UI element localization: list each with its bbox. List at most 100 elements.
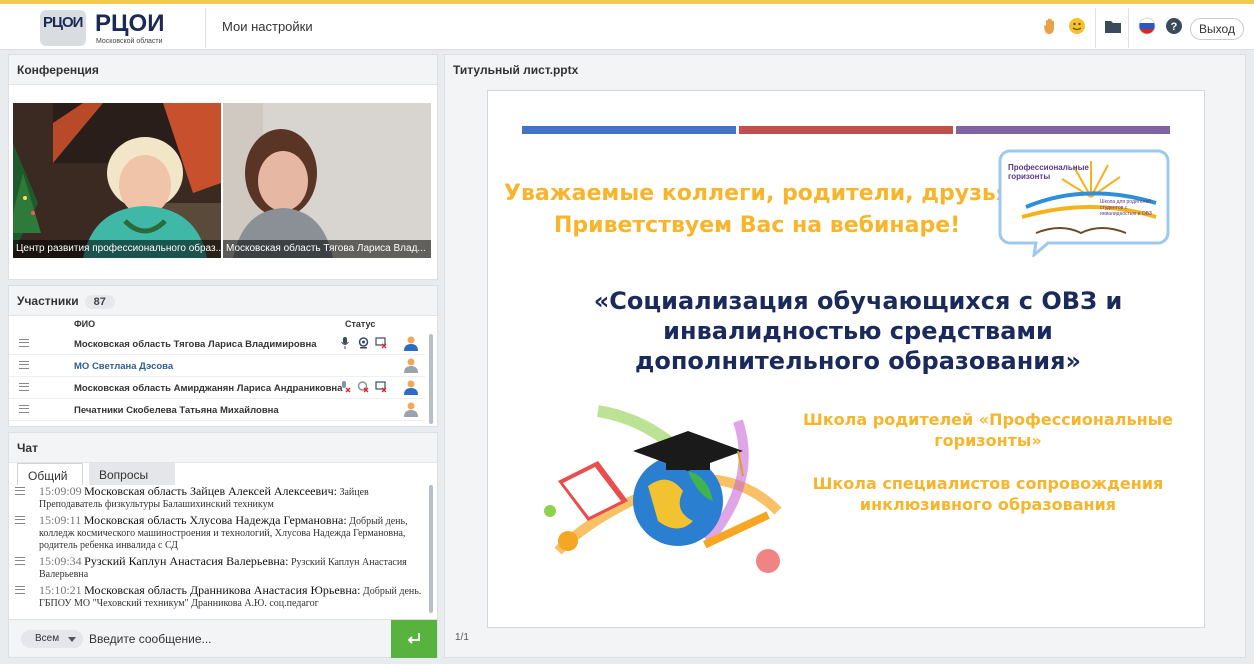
- top-bar: РЦОИ РЦОИ Московской области Мои настрой…: [0, 0, 1254, 50]
- slide-school-specialists: Школа специалистов сопровождения инклюзи…: [788, 473, 1188, 515]
- raise-hand-icon[interactable]: [1042, 17, 1060, 35]
- message-time: 15:09:34: [39, 554, 82, 568]
- horizons-logo-title: Профессиональные горизонты: [1008, 163, 1089, 181]
- microphone-icon[interactable]: [339, 337, 351, 349]
- message-author: Московская область Дранникова Анастасия …: [84, 583, 361, 597]
- message-menu-icon[interactable]: [15, 557, 25, 565]
- my-settings-link[interactable]: Мои настройки: [222, 19, 313, 34]
- chat-message: 15:09:11 Московская область Хлусова Наде…: [9, 514, 429, 552]
- chat-composer: Всем: [9, 619, 437, 658]
- chat-message: 15:10:21 Московская область Дранникова А…: [9, 584, 429, 610]
- slide-stripe-red: [739, 126, 953, 134]
- column-name-header: ФИО: [74, 319, 96, 329]
- slide-topic-line1: «Социализация обучающихся с ОВЗ и: [593, 287, 1123, 315]
- slide-school-parents-line2: горизонты»: [934, 431, 1042, 450]
- slide-topic-line2: инвалидностью средствами: [663, 317, 1053, 345]
- message-author: Московская область Зайцев Алексей Алексе…: [84, 485, 337, 498]
- participants-panel: Участники 87 ФИО Статус Московская област…: [8, 285, 438, 427]
- webcam-icon[interactable]: [357, 337, 369, 349]
- participant-name: Печатники Скобелева Татьяна Михайловна: [74, 405, 279, 416]
- slide-school-parents: Школа родителей «Профессиональные горизо…: [788, 409, 1188, 451]
- message-menu-icon[interactable]: [15, 516, 25, 524]
- participant-row[interactable]: МО Светлана Дэсова: [9, 355, 425, 377]
- participants-table-header: ФИО Статус: [9, 316, 437, 332]
- participant-name: Московская область Тягова Лариса Владими…: [74, 339, 317, 350]
- participants-title: Участники: [17, 294, 79, 308]
- message-menu-icon[interactable]: [15, 487, 25, 495]
- slide-stripe-blue: [522, 126, 736, 134]
- participants-count-badge: 87: [84, 295, 115, 309]
- participants-scrollbar[interactable]: [429, 334, 433, 424]
- user-avatar-icon: [404, 380, 418, 395]
- slide-school-specialists-line1: Школа специалистов сопровождения: [812, 474, 1164, 493]
- presentation-title: Титульный лист.pptx: [445, 55, 1245, 85]
- chat-messages: 15:09:09 Московская область Зайцев Алекс…: [9, 485, 429, 615]
- video-caption: Центр развития профессионального образ..…: [13, 240, 221, 258]
- education-illustration: [538, 391, 788, 581]
- participant-row[interactable]: Московская область Тягова Лариса Владими…: [9, 333, 425, 355]
- globe-books-illustration: [544, 405, 782, 573]
- presentation-slide: Уважаемые коллеги, родители, друзья! При…: [487, 90, 1205, 628]
- microphone-off-icon[interactable]: [339, 381, 351, 393]
- slide-school-parents-line1: Школа родителей «Профессиональные: [803, 410, 1173, 429]
- professional-horizons-logo: Профессиональные горизонты Школа для род…: [996, 147, 1172, 259]
- chat-scrollbar[interactable]: [429, 485, 433, 613]
- message-input[interactable]: [89, 628, 384, 650]
- message-author: Московская область Хлусова Надежда Герма…: [83, 513, 347, 527]
- slide-topic-line3: дополнительного образования»: [634, 347, 1082, 375]
- rcoi-logo-name: РЦОИ: [95, 10, 165, 37]
- chat-message: 15:09:34 Рузский Каплун Анастасия Валерь…: [9, 555, 429, 581]
- participant-name: Московская область Амирджанян Лариса Анд…: [74, 383, 343, 394]
- chat-message: 15:09:09 Московская область Зайцев Алекс…: [9, 485, 429, 511]
- rcoi-logo-subtitle: Московской области: [96, 38, 163, 45]
- video-tile-participant[interactable]: Московская область Тягова Лариса Влад...: [223, 103, 431, 258]
- message-time: 15:09:09: [39, 485, 82, 498]
- participants-header: Участники 87: [9, 286, 437, 316]
- user-avatar-icon: [404, 336, 418, 351]
- header-divider: [1095, 8, 1096, 48]
- screen-share-off-icon[interactable]: [375, 337, 387, 349]
- send-button[interactable]: [391, 620, 437, 658]
- message-time: 15:09:11: [39, 513, 82, 527]
- presenter-video-image: [13, 103, 221, 258]
- slide-page-indicator: 1/1: [455, 632, 469, 643]
- row-menu-icon[interactable]: [19, 383, 29, 391]
- user-avatar-icon: [404, 358, 418, 373]
- help-icon[interactable]: ?: [1165, 17, 1183, 35]
- participant-video-image: [223, 103, 431, 258]
- chat-title: Чат: [9, 433, 437, 463]
- row-menu-icon[interactable]: [19, 405, 29, 413]
- slide-stripe-purple: [956, 126, 1170, 134]
- user-avatar-icon: [404, 402, 418, 417]
- row-menu-icon[interactable]: [19, 339, 29, 347]
- header-divider: [205, 8, 206, 48]
- screen-share-off-icon[interactable]: [375, 381, 387, 393]
- slide-topic: «Социализация обучающихся с ОВЗ и инвали…: [548, 286, 1168, 376]
- folder-icon[interactable]: [1104, 17, 1122, 35]
- video-tile-center[interactable]: Центр развития профессионального образ..…: [13, 103, 221, 258]
- presentation-panel: Титульный лист.pptx Уважаемые коллеги, р…: [444, 54, 1246, 658]
- message-time: 15:10:21: [39, 583, 82, 597]
- header-divider: [1128, 8, 1129, 48]
- slide-greeting-line2: Приветствуем Вас на вебинаре!: [554, 213, 961, 238]
- conference-title: Конференция: [9, 55, 437, 85]
- conference-panel: Конференция Центр развития профессиональ…: [8, 54, 438, 280]
- tab-general[interactable]: Общий: [17, 463, 83, 485]
- webcam-off-icon[interactable]: [357, 381, 369, 393]
- emoji-icon[interactable]: [1068, 17, 1086, 35]
- language-flag-icon[interactable]: [1138, 17, 1156, 35]
- chat-panel: Чат Общий Вопросы 15:09:09 Московская об…: [8, 432, 438, 658]
- tab-questions[interactable]: Вопросы: [89, 463, 175, 485]
- message-author: Рузский Каплун Анастасия Валерьевна:: [84, 554, 289, 568]
- participant-row[interactable]: Печатники Скобелева Татьяна Михайловна: [9, 399, 425, 421]
- svg-text:?: ?: [1171, 21, 1178, 33]
- slide-school-specialists-line2: инклюзивного образования: [859, 495, 1117, 514]
- row-menu-icon[interactable]: [19, 361, 29, 369]
- participant-name: МО Светлана Дэсова: [74, 361, 174, 372]
- participant-row[interactable]: Московская область Амирджанян Лариса Анд…: [9, 377, 425, 399]
- exit-button[interactable]: Выход: [1190, 18, 1244, 40]
- rcoi-logo: РЦОИ РЦОИ Московской области: [40, 8, 190, 48]
- horizons-logo-subtitle: Школа для родителей студентов с инвалидн…: [1100, 199, 1152, 217]
- recipient-select[interactable]: Всем: [21, 630, 83, 648]
- message-menu-icon[interactable]: [15, 586, 25, 594]
